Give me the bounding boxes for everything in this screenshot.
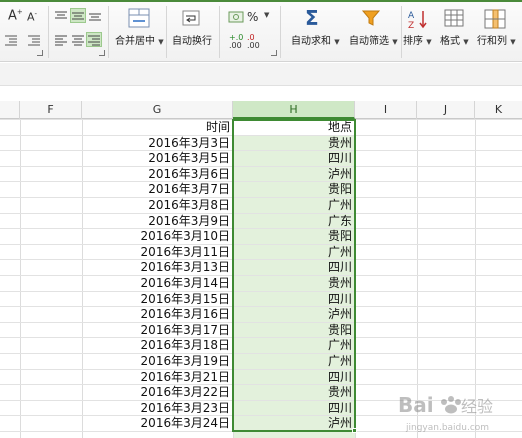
svg-text:Bai: Bai bbox=[398, 393, 434, 417]
date-cell[interactable]: 2016年3月15日 bbox=[82, 292, 230, 307]
date-cell[interactable]: 2016年3月5日 bbox=[82, 151, 230, 166]
fill-handle[interactable] bbox=[352, 428, 357, 433]
merge-center-button[interactable]: 合并居中 ▼ bbox=[115, 36, 164, 48]
alignment-group-launcher[interactable] bbox=[99, 50, 105, 56]
date-cell[interactable]: 2016年3月24日 bbox=[82, 416, 230, 431]
date-cell[interactable]: 2016年3月8日 bbox=[82, 198, 230, 213]
ribbon-toolbar: A+ A- 合并居中 ▼ 自动换行 % ▼ +.0.00 .0.00 Σ 自动求… bbox=[0, 0, 522, 62]
merge-center-icon[interactable] bbox=[128, 8, 150, 28]
column-header-i[interactable]: I bbox=[355, 101, 417, 119]
currency-format-icon[interactable] bbox=[228, 10, 244, 24]
align-bottom-icon[interactable] bbox=[88, 10, 102, 22]
percent-style-button[interactable]: % bbox=[247, 10, 258, 24]
date-cell[interactable]: 2016年3月10日 bbox=[82, 229, 230, 244]
date-cell[interactable]: 2016年3月9日 bbox=[82, 214, 230, 229]
date-cell[interactable]: 2016年3月21日 bbox=[82, 370, 230, 385]
number-group-launcher[interactable] bbox=[271, 50, 277, 56]
sort-button[interactable]: 排序 ▼ bbox=[403, 36, 432, 48]
sort-icon[interactable]: A Z bbox=[407, 8, 429, 30]
date-cell[interactable]: 2016年3月22日 bbox=[82, 385, 230, 400]
decrease-font-size-button[interactable]: A- bbox=[27, 10, 37, 24]
date-cell[interactable]: 2016年3月19日 bbox=[82, 354, 230, 369]
rows-cols-icon[interactable] bbox=[484, 9, 506, 29]
date-cell[interactable]: 2016年3月13日 bbox=[82, 260, 230, 275]
align-right-icon bbox=[88, 35, 100, 46]
align-top-icon[interactable] bbox=[54, 10, 68, 22]
svg-text:Z: Z bbox=[408, 21, 414, 30]
date-cell[interactable]: 2016年3月18日 bbox=[82, 338, 230, 353]
number-format-dropdown[interactable]: ▼ bbox=[264, 11, 269, 19]
align-left-icon[interactable] bbox=[54, 34, 68, 46]
svg-text:A: A bbox=[408, 11, 415, 21]
date-cell[interactable]: 2016年3月17日 bbox=[82, 323, 230, 338]
decrease-decimal-button[interactable]: .0.00 bbox=[247, 34, 260, 50]
column-header-f[interactable]: F bbox=[20, 101, 82, 119]
date-cell[interactable]: 2016年3月23日 bbox=[82, 401, 230, 416]
date-cell[interactable]: 2016年3月16日 bbox=[82, 307, 230, 322]
rows-cols-button[interactable]: 行和列 ▼ bbox=[477, 36, 516, 48]
decrease-indent-icon[interactable] bbox=[5, 34, 17, 46]
align-center-icon[interactable] bbox=[71, 34, 85, 46]
date-cell[interactable]: 2016年3月6日 bbox=[82, 167, 230, 182]
formula-input[interactable] bbox=[0, 85, 522, 101]
format-button[interactable]: 格式 ▼ bbox=[440, 36, 469, 48]
date-cell[interactable]: 2016年3月7日 bbox=[82, 182, 230, 197]
column-header-j[interactable]: J bbox=[417, 101, 475, 119]
row-header-corner[interactable] bbox=[0, 101, 20, 119]
svg-text:经验: 经验 bbox=[461, 397, 493, 416]
date-cell[interactable]: 2016年3月14日 bbox=[82, 276, 230, 291]
font-group-launcher[interactable] bbox=[37, 50, 43, 56]
baidu-watermark-logo: Bai 经验 jingyan.baidu.com bbox=[398, 393, 493, 433]
autosum-button[interactable]: 自动求和 ▼ bbox=[291, 36, 340, 48]
sigma-icon[interactable]: Σ bbox=[305, 6, 319, 30]
format-icon[interactable] bbox=[444, 9, 464, 27]
increase-font-size-button[interactable]: A+ bbox=[8, 8, 23, 23]
header-cell-time[interactable]: 时间 bbox=[82, 120, 230, 135]
column-headers: F G H I J K bbox=[0, 101, 522, 119]
column-header-k[interactable]: K bbox=[475, 101, 522, 119]
selection-border bbox=[232, 119, 356, 432]
date-cell[interactable]: 2016年3月3日 bbox=[82, 136, 230, 151]
svg-text:jingyan.baidu.com: jingyan.baidu.com bbox=[405, 423, 489, 433]
date-cell[interactable]: 2016年3月11日 bbox=[82, 245, 230, 260]
column-header-h[interactable]: H bbox=[233, 101, 355, 119]
increase-decimal-button[interactable]: +.0.00 bbox=[229, 34, 243, 50]
align-middle-icon bbox=[72, 12, 84, 20]
wrap-text-button[interactable]: 自动换行 bbox=[172, 36, 212, 48]
autofilter-button[interactable]: 自动筛选 ▼ bbox=[349, 36, 398, 48]
wrap-text-icon[interactable] bbox=[182, 10, 200, 26]
increase-indent-icon[interactable] bbox=[28, 34, 40, 46]
column-header-g[interactable]: G bbox=[82, 101, 233, 119]
filter-icon[interactable] bbox=[361, 8, 381, 28]
formula-bar-area bbox=[0, 63, 522, 101]
